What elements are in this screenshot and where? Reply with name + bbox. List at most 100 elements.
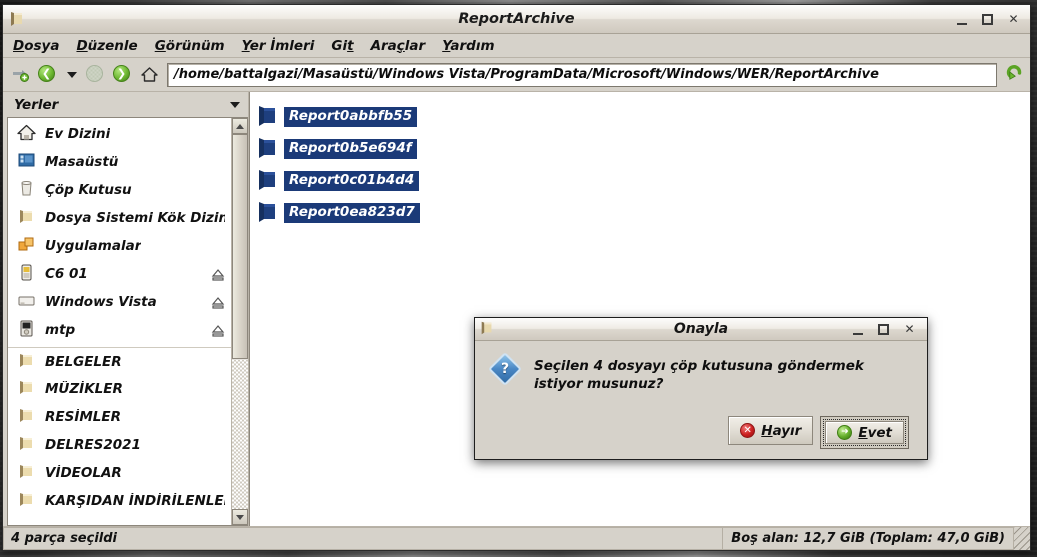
- places-sidebar: Yerler Ev Dizini Masaüstü Çöp Kutusu Dos…: [3, 92, 249, 526]
- menu-dosya[interactable]: Dosya: [13, 38, 59, 54]
- menu-git[interactable]: Git: [331, 38, 353, 54]
- new-tab-icon[interactable]: [11, 65, 30, 84]
- file-manager-window: ReportArchive ✕ Dosya Düzenle Görünüm Ye…: [2, 4, 1031, 551]
- yes-button[interactable]: ➜ Evet: [825, 421, 904, 444]
- sidebar-item-uygulamalar[interactable]: Uygulamalar: [8, 232, 231, 260]
- sidebar-item-label: VİDEOLAR: [45, 465, 122, 481]
- sidebar-item-label: mtp: [45, 322, 76, 338]
- sidebar-item-delres2021[interactable]: DELRES2021: [8, 431, 231, 459]
- places-header-label: Yerler: [14, 96, 59, 113]
- scrollbar-track[interactable]: [232, 134, 248, 509]
- sidebar-item-label: Masaüstü: [45, 154, 119, 170]
- confirm-dialog: Onayla ✕ ? Seçilen 4 dosyayı çöp kutusun…: [474, 317, 928, 460]
- sidebar-scrollbar[interactable]: [231, 118, 248, 525]
- folder-icon: [256, 200, 280, 226]
- dialog-minimize-button[interactable]: [851, 323, 864, 336]
- path-input[interactable]: /home/battalgazi/Masaüstü/Windows Vista/…: [167, 62, 997, 87]
- file-item[interactable]: Report0c01b4d4: [256, 165, 420, 197]
- resize-grip[interactable]: [1014, 527, 1030, 550]
- disk-space-status: Boş alan: 12,7 GiB (Toplam: 47,0 GiB): [722, 527, 1014, 550]
- file-name: Report0c01b4d4: [284, 170, 420, 192]
- eject-icon[interactable]: [211, 267, 225, 281]
- file-list-pane[interactable]: Report0abbfb55 Report0b5e694f Report0c01…: [249, 92, 1030, 526]
- places-header[interactable]: Yerler: [3, 92, 248, 117]
- sidebar-item-cop-kutusu[interactable]: Çöp Kutusu: [8, 176, 231, 204]
- folder-icon: [17, 406, 36, 429]
- eject-icon[interactable]: [211, 295, 225, 309]
- question-icon: ?: [488, 352, 522, 386]
- sidebar-item-mtp[interactable]: mtp: [8, 316, 231, 344]
- dialog-maximize-button[interactable]: [877, 323, 890, 336]
- folder-icon: [256, 136, 280, 162]
- dialog-button-row: ✕ Hayır ➜ Evet: [489, 416, 913, 449]
- apps-icon: [17, 235, 36, 258]
- file-item[interactable]: Report0abbfb55: [256, 101, 418, 133]
- sidebar-item-resimler[interactable]: RESİMLER: [8, 403, 231, 431]
- folder-icon: [17, 351, 36, 374]
- sidebar-item-ev-dizini[interactable]: Ev Dizini: [8, 120, 231, 148]
- sidebar-item-label: C6 01: [45, 266, 88, 282]
- sidebar-item-label: MÜZİKLER: [45, 381, 123, 397]
- folder-icon: [17, 207, 36, 230]
- desktop-icon: [17, 151, 36, 174]
- sidebar-item-videolar[interactable]: VİDEOLAR: [8, 459, 231, 487]
- sidebar-item-belgeler[interactable]: BELGELER: [8, 347, 231, 375]
- sidebar-item-windows-vista[interactable]: Windows Vista: [8, 288, 231, 316]
- sidebar-item-dosya-sistemi-kok-dizini[interactable]: Dosya Sistemi Kök Dizini: [8, 204, 231, 232]
- minimize-button[interactable]: [955, 13, 968, 26]
- status-bar: 4 parça seçildi Boş alan: 12,7 GiB (Topl…: [3, 526, 1030, 550]
- device-icon: [17, 319, 36, 342]
- places-list-container: Ev Dizini Masaüstü Çöp Kutusu Dosya Sist…: [7, 117, 248, 526]
- folder-icon: [256, 104, 280, 130]
- chevron-down-icon[interactable]: [230, 101, 240, 108]
- sidebar-item-karsidan-indirilenler[interactable]: KARŞIDAN İNDİRİLENLER: [8, 487, 231, 515]
- folder-icon: [17, 378, 36, 401]
- menu-duzenle[interactable]: Düzenle: [76, 38, 137, 54]
- maximize-button[interactable]: [981, 13, 994, 26]
- sidebar-item-label: Çöp Kutusu: [45, 182, 132, 198]
- drive-icon: [17, 291, 36, 314]
- history-dropdown-icon[interactable]: [65, 65, 78, 84]
- dialog-close-button[interactable]: ✕: [903, 322, 916, 336]
- no-button-label: Hayır: [761, 422, 802, 439]
- folder-icon: [17, 490, 36, 513]
- sidebar-item-masaustu[interactable]: Masaüstü: [8, 148, 231, 176]
- no-button[interactable]: ✕ Hayır: [728, 416, 814, 445]
- scrollbar-thumb[interactable]: [232, 134, 248, 359]
- menu-gorunum[interactable]: Görünüm: [155, 38, 225, 54]
- sidebar-item-label: Windows Vista: [45, 294, 157, 310]
- sidebar-item-label: Ev Dizini: [45, 126, 111, 142]
- menu-yardim[interactable]: Yardım: [442, 38, 494, 54]
- file-item[interactable]: Report0ea823d7: [256, 197, 420, 229]
- file-name: Report0b5e694f: [284, 138, 417, 160]
- close-button[interactable]: ✕: [1007, 12, 1020, 26]
- sidebar-item-label: DELRES2021: [45, 437, 141, 453]
- window-title: ReportArchive: [458, 11, 575, 27]
- dialog-titlebar: Onayla ✕: [475, 318, 927, 341]
- menu-bar: Dosya Düzenle Görünüm Yer İmleri Git Ara…: [3, 34, 1030, 58]
- sidebar-item-label: BELGELER: [45, 354, 122, 370]
- sidebar-item-c6-01[interactable]: C6 01: [8, 260, 231, 288]
- go-forward-icon: ➜: [837, 425, 853, 440]
- home-icon[interactable]: [140, 65, 159, 84]
- sidebar-item-muzikler[interactable]: MÜZİKLER: [8, 375, 231, 403]
- sidebar-item-label: KARŞIDAN İNDİRİLENLER: [45, 493, 225, 509]
- folder-icon: [256, 168, 280, 194]
- reload-icon[interactable]: [1005, 65, 1024, 84]
- forward-icon: [86, 65, 105, 84]
- back-icon[interactable]: ❮: [38, 65, 57, 84]
- menu-araclar[interactable]: Araçlar: [371, 38, 426, 54]
- window-titlebar: ReportArchive ✕: [3, 5, 1030, 34]
- phone-icon: [17, 263, 36, 286]
- yes-button-label: Evet: [858, 424, 892, 441]
- scroll-up-icon[interactable]: [232, 118, 248, 134]
- file-name: Report0ea823d7: [284, 202, 420, 224]
- eject-icon[interactable]: [211, 323, 225, 337]
- menu-yer-imleri[interactable]: Yer İmleri: [242, 38, 315, 54]
- scroll-down-icon[interactable]: [232, 509, 248, 525]
- selection-status-text: 4 parça seçildi: [11, 531, 117, 546]
- location-toolbar: ❮ ❯ /home/battalgazi/Masaüstü/Windows Vi…: [3, 58, 1030, 92]
- file-item[interactable]: Report0b5e694f: [256, 133, 417, 165]
- path-text: /home/battalgazi/Masaüstü/Windows Vista/…: [174, 67, 879, 82]
- up-icon[interactable]: ❯: [113, 65, 132, 84]
